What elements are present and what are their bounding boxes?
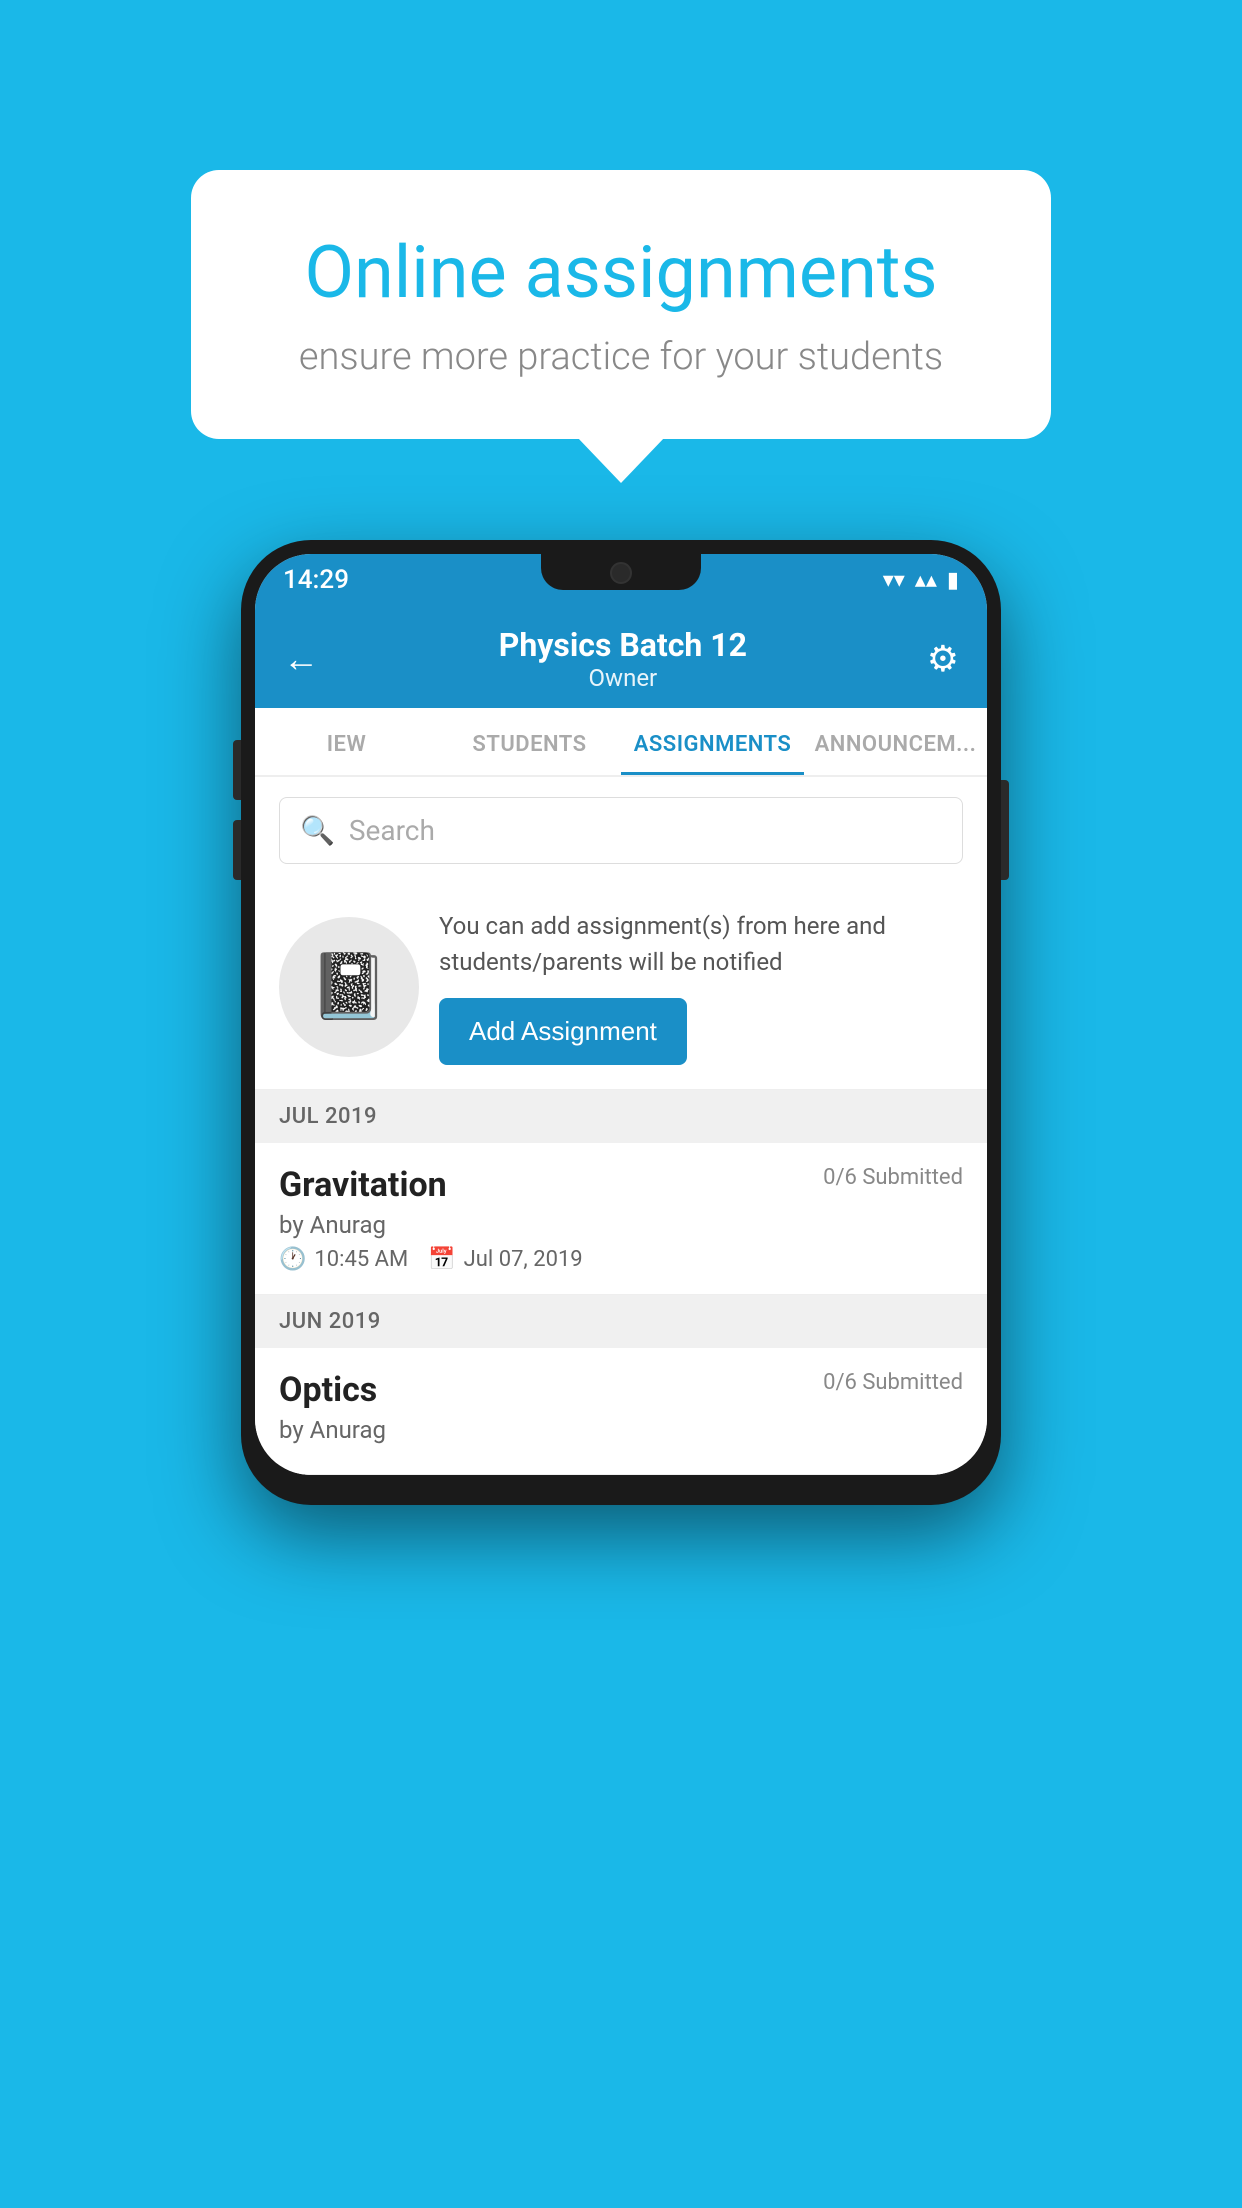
header-subtitle: Owner xyxy=(499,664,747,692)
clock-icon: 🕐 xyxy=(279,1247,306,1272)
search-box[interactable]: 🔍 Search xyxy=(279,797,963,864)
assignment-date-gravitation: 📅 Jul 07, 2019 xyxy=(428,1247,582,1272)
speech-bubble: Online assignments ensure more practice … xyxy=(191,170,1051,439)
signal-icon: ▴▴ xyxy=(915,568,937,593)
promo-block: 📓 You can add assignment(s) from here an… xyxy=(255,884,987,1090)
assignment-meta-gravitation: 🕐 10:45 AM 📅 Jul 07, 2019 xyxy=(279,1247,963,1272)
assignment-time-gravitation: 🕐 10:45 AM xyxy=(279,1247,408,1272)
add-assignment-button[interactable]: Add Assignment xyxy=(439,998,687,1065)
settings-icon[interactable]: ⚙ xyxy=(927,638,959,680)
tab-announcements[interactable]: ANNOUNCEM... xyxy=(804,708,987,775)
search-placeholder: Search xyxy=(349,814,435,847)
calendar-icon: 📅 xyxy=(428,1247,455,1272)
assignment-time-text: 10:45 AM xyxy=(314,1247,408,1272)
section-header-jul2019: JUL 2019 xyxy=(255,1090,987,1143)
assignment-by-optics: by Anurag xyxy=(279,1416,963,1444)
section-header-jun2019: JUN 2019 xyxy=(255,1295,987,1348)
battery-icon: ▮ xyxy=(947,568,959,593)
header-title: Physics Batch 12 xyxy=(499,626,747,664)
power-button xyxy=(1001,780,1009,880)
assignment-item-optics[interactable]: Optics 0/6 Submitted by Anurag xyxy=(255,1348,987,1475)
speech-bubble-title: Online assignments xyxy=(271,230,971,315)
tab-assignments[interactable]: ASSIGNMENTS xyxy=(621,708,804,775)
app-header: ← Physics Batch 12 Owner ⚙ xyxy=(255,606,987,708)
search-icon: 🔍 xyxy=(300,814,335,847)
promo-icon-circle: 📓 xyxy=(279,917,419,1057)
search-container: 🔍 Search xyxy=(255,777,987,884)
speech-bubble-container: Online assignments ensure more practice … xyxy=(191,170,1051,439)
assignment-submitted-gravitation: 0/6 Submitted xyxy=(823,1165,963,1190)
tabs-bar: IEW STUDENTS ASSIGNMENTS ANNOUNCEM... xyxy=(255,708,987,777)
promo-description: You can add assignment(s) from here and … xyxy=(439,908,963,980)
wifi-icon: ▾▾ xyxy=(883,568,905,593)
assignment-top: Gravitation 0/6 Submitted xyxy=(279,1165,963,1205)
phone-camera xyxy=(610,562,632,584)
phone-frame: 14:29 ▾▾ ▴▴ ▮ ← Physics Batch 12 Owner ⚙… xyxy=(241,540,1001,1505)
promo-text-block: You can add assignment(s) from here and … xyxy=(439,908,963,1065)
status-time: 14:29 xyxy=(283,565,349,595)
volume-up-button xyxy=(233,740,241,800)
phone-screen: 14:29 ▾▾ ▴▴ ▮ ← Physics Batch 12 Owner ⚙… xyxy=(255,554,987,1475)
tab-students[interactable]: STUDENTS xyxy=(438,708,621,775)
assignment-item-gravitation[interactable]: Gravitation 0/6 Submitted by Anurag 🕐 10… xyxy=(255,1143,987,1295)
volume-down-button xyxy=(233,820,241,880)
header-title-block: Physics Batch 12 Owner xyxy=(499,626,747,692)
assignment-title-optics: Optics xyxy=(279,1370,377,1410)
phone-notch xyxy=(541,554,701,590)
status-icons: ▾▾ ▴▴ ▮ xyxy=(883,568,959,593)
back-button[interactable]: ← xyxy=(283,638,319,680)
tab-iew[interactable]: IEW xyxy=(255,708,438,775)
assignment-submitted-optics: 0/6 Submitted xyxy=(823,1370,963,1395)
assignment-by-gravitation: by Anurag xyxy=(279,1211,963,1239)
phone-wrapper: 14:29 ▾▾ ▴▴ ▮ ← Physics Batch 12 Owner ⚙… xyxy=(241,540,1001,1505)
assignment-top-optics: Optics 0/6 Submitted xyxy=(279,1370,963,1410)
notebook-icon: 📓 xyxy=(309,949,389,1024)
speech-bubble-subtitle: ensure more practice for your students xyxy=(271,335,971,379)
assignment-date-text: Jul 07, 2019 xyxy=(464,1247,583,1272)
assignment-title-gravitation: Gravitation xyxy=(279,1165,447,1205)
